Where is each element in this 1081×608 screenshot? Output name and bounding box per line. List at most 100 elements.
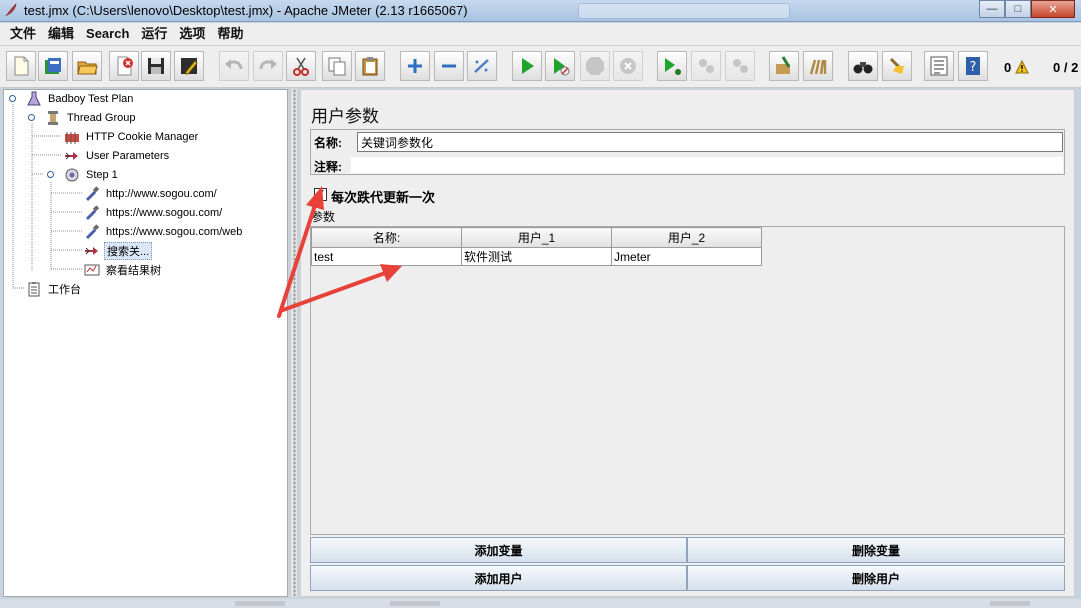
stop-button[interactable] <box>580 51 610 81</box>
table-cell[interactable]: test <box>311 247 462 266</box>
tree-item-search-params-selected[interactable]: 搜索关... <box>84 242 153 260</box>
taskbar-strip <box>0 599 1081 608</box>
tree-connector-lines <box>12 104 82 289</box>
expand-all-button[interactable] <box>400 51 430 81</box>
menu-file[interactable]: 文件 <box>4 23 42 45</box>
thread-group-spool-icon <box>48 111 58 125</box>
tree-item-thread-group[interactable]: Thread Group <box>45 109 137 127</box>
tree-toggle-icon[interactable] <box>46 170 55 179</box>
cut-icon <box>293 57 309 76</box>
tree-item-http-sampler[interactable]: https://www.sogou.com/web <box>84 223 244 241</box>
remote-stop-all-button[interactable] <box>691 51 721 81</box>
add-variable-button[interactable]: 添加变量 <box>310 537 687 563</box>
table-row[interactable]: test 软件测试 Jmeter <box>311 247 762 266</box>
toggle-button[interactable] <box>467 51 497 81</box>
start-button[interactable] <box>512 51 542 81</box>
test-plan-tree[interactable]: Badboy Test Plan Thread Group HTTP Cooki… <box>3 89 288 597</box>
tree-item-label: Badboy Test Plan <box>48 93 134 105</box>
tree-item-results-tree[interactable]: 察看结果树 <box>84 261 163 279</box>
delete-user-button[interactable]: 删除用户 <box>687 565 1065 591</box>
start-no-pauses-button[interactable] <box>545 51 575 81</box>
cookie-manager-icon <box>65 132 79 144</box>
save-button[interactable] <box>141 51 171 81</box>
name-input[interactable] <box>357 132 1063 152</box>
remote-start-all-button[interactable] <box>657 51 687 81</box>
undo-button[interactable] <box>219 51 249 81</box>
function-helper-button[interactable] <box>924 51 954 81</box>
column-header-user-1[interactable]: 用户_1 <box>461 227 612 248</box>
tree-item-label: 察看结果树 <box>106 265 161 277</box>
redo-button[interactable] <box>253 51 283 81</box>
paste-button[interactable] <box>355 51 385 81</box>
panel-splitter[interactable] <box>290 89 298 597</box>
menu-search[interactable]: Search <box>80 23 135 45</box>
list-icon <box>930 56 948 76</box>
clear-button[interactable] <box>769 51 799 81</box>
table-cell[interactable]: 软件测试 <box>461 247 612 266</box>
tree-item-http-sampler[interactable]: https://www.sogou.com/ <box>84 204 224 222</box>
tree-item-user-parameters[interactable]: User Parameters <box>64 147 171 165</box>
tree-item-label: Step 1 <box>86 169 118 181</box>
tree-item-cookie-manager[interactable]: HTTP Cookie Manager <box>64 128 200 146</box>
templates-button[interactable] <box>38 51 68 81</box>
window-title: test.jmx (C:\Users\lenovo\Desktop\test.j… <box>24 3 468 18</box>
tree-toggle-icon[interactable] <box>8 94 17 103</box>
tree-toggle-icon[interactable] <box>27 113 36 122</box>
delete-variable-button[interactable]: 删除变量 <box>687 537 1065 563</box>
svg-text:?: ? <box>970 60 977 75</box>
tree-item-workbench[interactable]: 工作台 <box>26 280 83 298</box>
http-sampler-pipette-icon <box>85 205 100 221</box>
tree-item-label: Thread Group <box>67 112 136 124</box>
column-header-user-2[interactable]: 用户_2 <box>611 227 762 248</box>
close-file-icon <box>117 56 133 76</box>
save-as-icon <box>181 58 198 75</box>
remote-shutdown-all-button[interactable] <box>725 51 755 81</box>
shutdown-button[interactable] <box>613 51 643 81</box>
menu-edit[interactable]: 编辑 <box>42 23 80 45</box>
close-file-button[interactable] <box>109 51 139 81</box>
maximize-button[interactable]: □ <box>1005 0 1031 18</box>
tree-item-test-plan[interactable]: Badboy Test Plan <box>26 90 135 108</box>
open-button[interactable] <box>72 51 102 81</box>
panel-title: 用户参数 <box>311 107 379 126</box>
table-cell[interactable]: Jmeter <box>611 247 762 266</box>
tree-item-http-sampler[interactable]: http://www.sogou.com/ <box>84 185 219 203</box>
broom-clear-all-icon <box>809 59 827 75</box>
help-button[interactable]: ? <box>958 51 988 81</box>
copy-icon <box>328 57 346 76</box>
collapse-all-button[interactable] <box>434 51 464 81</box>
tree-item-step-1[interactable]: Step 1 <box>64 166 120 184</box>
column-header-name[interactable]: 名称: <box>311 227 462 248</box>
update-once-per-iteration-label: 每次跌代更新一次 <box>331 190 436 205</box>
menu-help[interactable]: 帮助 <box>211 23 249 45</box>
reset-search-button[interactable] <box>882 51 912 81</box>
open-icon <box>77 61 98 75</box>
parameters-label: 参数 <box>311 210 336 224</box>
binoculars-icon <box>853 62 873 74</box>
copy-button[interactable] <box>322 51 352 81</box>
save-as-button[interactable] <box>174 51 204 81</box>
tree-item-label: https://www.sogou.com/web <box>106 226 243 238</box>
results-tree-icon <box>84 264 100 276</box>
update-once-per-iteration-checkbox[interactable]: ✔ <box>314 188 327 201</box>
warning-icon[interactable] <box>1015 60 1029 74</box>
comment-input[interactable] <box>351 157 1063 173</box>
parameters-table[interactable]: 名称: 用户_1 用户_2 test 软件测试 Jmeter <box>310 226 1065 535</box>
close-button[interactable]: ✕ <box>1031 0 1075 18</box>
help-icon: ? <box>966 57 980 75</box>
new-button[interactable] <box>6 51 36 81</box>
user-parameters-icon <box>85 247 98 255</box>
clear-all-button[interactable] <box>803 51 833 81</box>
cut-button[interactable] <box>286 51 316 81</box>
search-button[interactable] <box>848 51 878 81</box>
menu-run[interactable]: 运行 <box>135 23 173 45</box>
paste-icon <box>362 57 378 76</box>
add-user-button[interactable]: 添加用户 <box>310 565 687 591</box>
tree-item-label: http://www.sogou.com/ <box>106 188 217 200</box>
workbench-clipboard-icon <box>28 282 40 297</box>
user-parameters-panel: 用户参数 名称: 注释: ✔ 每次跌代更新一次 参数 名称: 用户_1 用户_2… <box>300 89 1075 597</box>
undo-icon <box>225 59 243 70</box>
name-label: 名称: <box>314 136 342 150</box>
menu-options[interactable]: 选项 <box>173 23 211 45</box>
minimize-button[interactable]: — <box>979 0 1005 18</box>
